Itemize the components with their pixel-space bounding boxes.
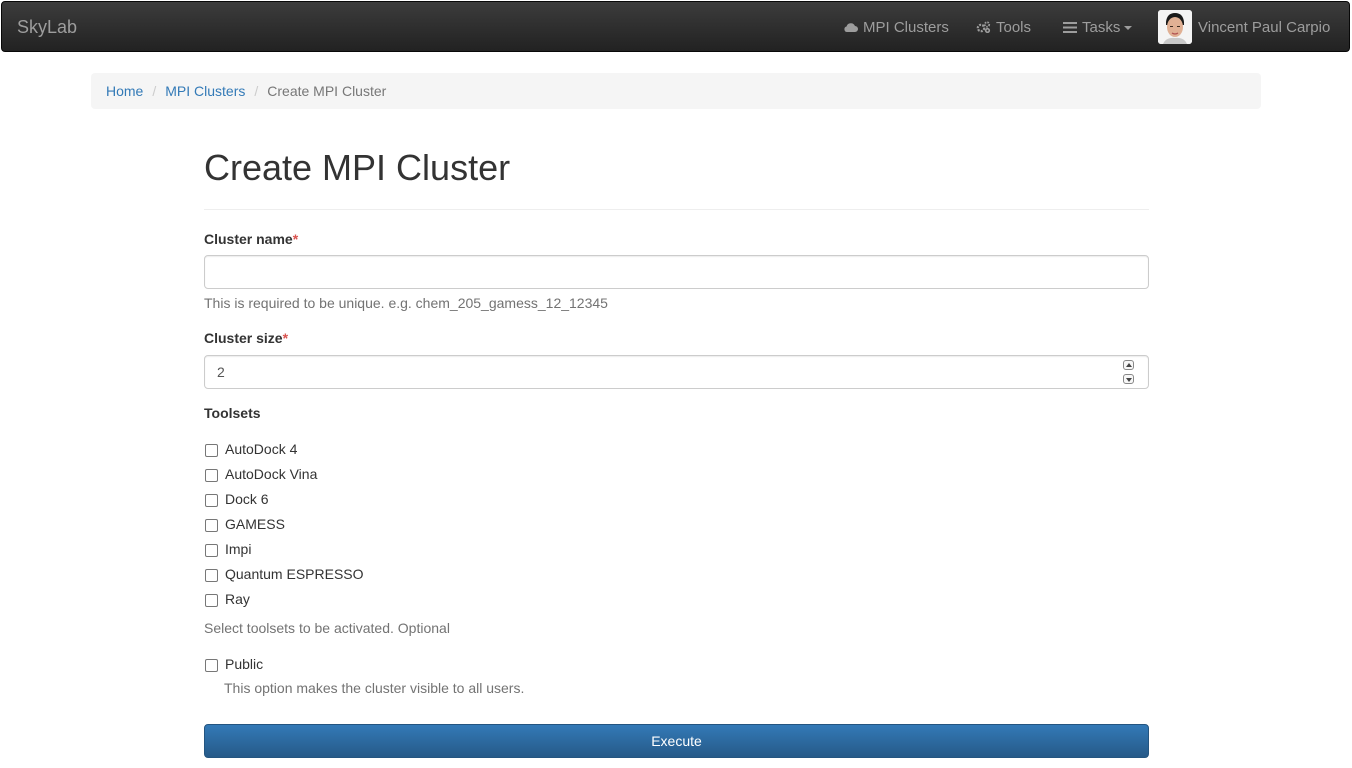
cluster-size-stepper[interactable] xyxy=(1123,360,1135,384)
execute-button[interactable]: Execute xyxy=(204,724,1149,758)
checkbox[interactable] xyxy=(205,519,218,532)
nav-tools[interactable]: Tools xyxy=(976,2,1031,52)
nav-tools-label: Tools xyxy=(996,18,1032,36)
nav-mpi-clusters[interactable]: MPI Clusters xyxy=(843,2,949,52)
required-mark: * xyxy=(292,231,299,247)
top-navbar: SkyLab MPI Clusters Tools Tasks Vincent … xyxy=(1,1,1350,52)
stepper-down-icon[interactable] xyxy=(1123,374,1134,384)
toolset-label: GAMESS xyxy=(225,515,285,532)
cluster-name-help: This is required to be unique. e.g. chem… xyxy=(204,295,608,311)
toolset-dock-6[interactable]: Dock 6 xyxy=(204,490,269,507)
checkbox[interactable] xyxy=(205,444,218,457)
public-label: Public xyxy=(225,655,264,672)
toolsets-help: Select toolsets to be activated. Optiona… xyxy=(204,620,450,636)
cluster-name-input[interactable] xyxy=(204,255,1149,289)
toolset-gamess[interactable]: GAMESS xyxy=(204,515,285,532)
checkbox[interactable] xyxy=(205,569,218,582)
breadcrumb-separator: / xyxy=(152,83,157,99)
cogs-icon xyxy=(976,21,991,33)
cluster-name-label-text: Cluster name xyxy=(204,231,293,247)
tasks-icon xyxy=(1063,21,1077,33)
toolset-label: Dock 6 xyxy=(225,490,269,507)
nav-mpi-clusters-label: MPI Clusters xyxy=(863,18,949,36)
nav-tasks-label: Tasks xyxy=(1082,18,1121,36)
toolset-ray[interactable]: Ray xyxy=(204,590,250,607)
toolset-label: AutoDock Vina xyxy=(225,465,318,482)
cluster-size-label-text: Cluster size xyxy=(204,330,283,346)
checkbox[interactable] xyxy=(205,469,218,482)
breadcrumb-current: Create MPI Cluster xyxy=(267,83,387,99)
brand-logo[interactable]: SkyLab xyxy=(17,17,77,37)
public-help: This option makes the cluster visible to… xyxy=(224,680,525,696)
toolset-quantum-espresso[interactable]: Quantum ESPRESSO xyxy=(204,565,364,582)
checkbox[interactable] xyxy=(205,544,218,557)
toolset-autodock-vina[interactable]: AutoDock Vina xyxy=(204,465,317,482)
checkbox[interactable] xyxy=(205,494,218,507)
cluster-size-label: Cluster size* xyxy=(204,330,288,346)
page-header: Create MPI Cluster xyxy=(204,140,1149,196)
breadcrumb-mpi-clusters[interactable]: MPI Clusters xyxy=(165,83,245,99)
stepper-up-icon[interactable] xyxy=(1123,360,1134,370)
toolsets-label: Toolsets xyxy=(204,405,261,421)
public-checkbox-row[interactable]: Public xyxy=(204,655,263,672)
avatar xyxy=(1158,10,1192,44)
required-mark: * xyxy=(282,330,289,346)
nav-tasks-dropdown[interactable]: Tasks xyxy=(1063,2,1133,52)
breadcrumb-home[interactable]: Home xyxy=(106,83,143,99)
breadcrumb-separator: / xyxy=(254,83,259,99)
user-name: Vincent Paul Carpio xyxy=(1198,18,1331,36)
toolset-autodock-4[interactable]: AutoDock 4 xyxy=(204,440,297,457)
cluster-size-input[interactable] xyxy=(204,355,1149,389)
public-checkbox[interactable] xyxy=(205,659,218,672)
caret-down-icon xyxy=(1124,26,1133,30)
toolset-label: Quantum ESPRESSO xyxy=(225,565,364,582)
toolset-label: AutoDock 4 xyxy=(225,440,298,457)
user-menu[interactable]: Vincent Paul Carpio xyxy=(1158,2,1330,52)
toolset-impi[interactable]: Impi xyxy=(204,540,251,557)
cloud-icon xyxy=(843,22,858,33)
toolset-label: Impi xyxy=(225,540,252,557)
breadcrumb: Home / MPI Clusters / Create MPI Cluster xyxy=(91,73,1261,109)
toolset-label: Ray xyxy=(225,590,250,607)
page-title: Create MPI Cluster xyxy=(204,147,511,188)
checkbox[interactable] xyxy=(205,594,218,607)
header-divider xyxy=(204,209,1149,210)
cluster-name-label: Cluster name* xyxy=(204,231,298,247)
